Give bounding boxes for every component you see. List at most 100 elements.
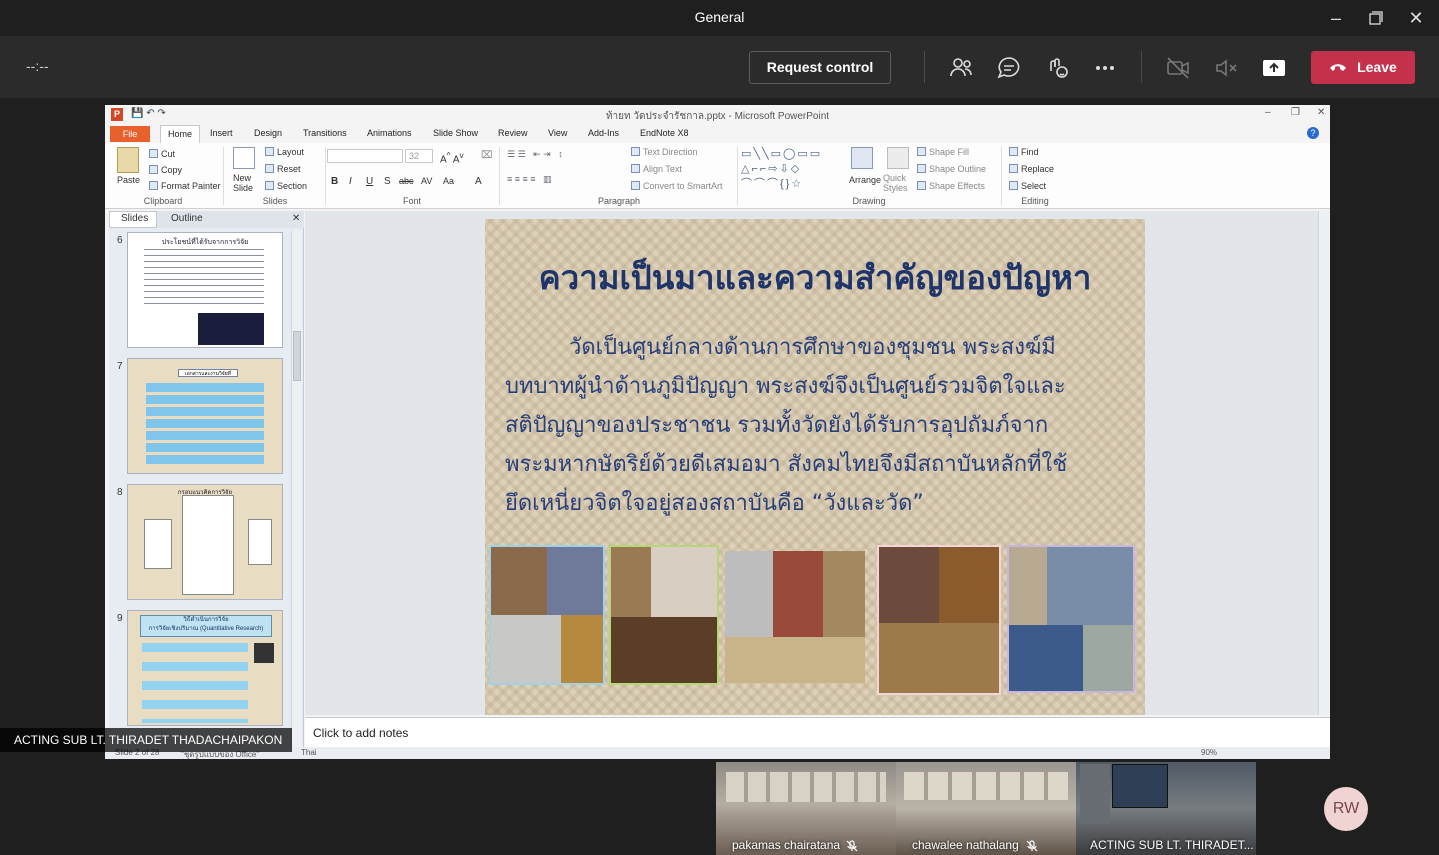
slide-thumbnail[interactable]: เอกสารและงานวิจัยที่เกี่ยวข้อง [127, 358, 283, 474]
pane-tabs: Slides Outline ✕ [109, 211, 304, 228]
new-slide-icon[interactable] [233, 147, 255, 169]
bullets-icon[interactable]: ☰ ☰ ⇤ ⇥ ↕ [507, 149, 563, 160]
request-control-button[interactable]: Request control [749, 51, 891, 84]
toolbar-divider [1141, 51, 1142, 83]
leave-button[interactable]: Leave [1311, 51, 1415, 84]
notes-pane[interactable]: Click to add notes [305, 717, 1330, 747]
reactions-icon[interactable] [1044, 55, 1070, 81]
presenter-label: ACTING SUB LT. THIRADET THADACHAIPAKON [0, 728, 293, 752]
replace-button[interactable]: Replace [1009, 164, 1054, 174]
bold-button[interactable]: B [331, 176, 338, 187]
slide-thumbnail[interactable]: กรอบแนวคิดการวิจัย [127, 484, 283, 600]
change-case-button[interactable]: Aa [443, 176, 454, 186]
clear-format-icon[interactable]: ⌧ [481, 150, 493, 161]
scroll-thumb[interactable] [293, 331, 301, 381]
group-label-font: Font [402, 196, 421, 206]
copy-button[interactable]: Copy [149, 165, 182, 175]
close-pane-icon[interactable]: ✕ [292, 213, 300, 224]
replace-icon [1009, 164, 1018, 173]
canvas-scrollbar[interactable] [1318, 211, 1330, 715]
font-name-box[interactable] [327, 149, 403, 163]
current-slide[interactable]: ความเป็นมาและความสำคัญของปัญหา วัดเป็นศู… [485, 219, 1145, 715]
tab-slides[interactable]: Slides [121, 213, 148, 224]
char-spacing-button[interactable]: AV [421, 176, 432, 186]
avatar[interactable]: RW [1324, 787, 1368, 831]
new-slide-button[interactable]: New Slide [233, 173, 259, 193]
paste-icon[interactable] [117, 147, 139, 173]
slide-thumbnail[interactable]: ประโยชน์ที่ได้รับจากการวิจัย [127, 232, 283, 348]
cut-button[interactable]: Cut [149, 149, 175, 159]
participant-video[interactable]: pakamas chairatana [716, 762, 896, 855]
section-button[interactable]: Section [265, 181, 307, 191]
smartart-button[interactable]: Convert to SmartArt [631, 181, 723, 191]
slide-number: 6 [117, 235, 123, 246]
pp-restore-icon[interactable]: ❐ [1291, 107, 1300, 118]
tab-home[interactable]: Home [160, 125, 200, 143]
tab-outline[interactable]: Outline [171, 213, 203, 224]
ribbon-divider [1001, 147, 1002, 205]
arrange-icon[interactable] [851, 147, 873, 169]
mic-muted-icon[interactable] [1213, 55, 1239, 81]
quick-styles-icon[interactable] [887, 147, 909, 169]
shadow-button[interactable]: S [384, 176, 391, 187]
font-color-button[interactable]: A [475, 176, 482, 187]
tab-design[interactable]: Design [254, 128, 282, 138]
participant-video[interactable]: chawalee nathalang [896, 762, 1076, 855]
share-tray-icon[interactable] [1262, 57, 1288, 83]
quick-styles-button[interactable]: Quick Styles [883, 173, 913, 193]
paste-button[interactable]: Paste [117, 175, 140, 185]
shape-fill-button[interactable]: Shape Fill [917, 147, 969, 157]
zoom-level[interactable]: 90% [1201, 748, 1217, 757]
temple-collage [609, 545, 719, 685]
tab-slide-show[interactable]: Slide Show [433, 128, 478, 138]
shape-effects-button[interactable]: Shape Effects [917, 181, 985, 191]
powerpoint-titlebar: P 💾 ↶ ↷ ท้ายท วัดประจำรัชกาล.pptx - Micr… [105, 105, 1330, 125]
tab-review[interactable]: Review [498, 128, 528, 138]
reset-button[interactable]: Reset [265, 164, 301, 174]
slide-title: ความเป็นมาและความสำคัญของปัญหา [538, 258, 1092, 297]
slide-number: 9 [117, 613, 123, 624]
leave-label: Leave [1357, 59, 1397, 75]
shape-outline-button[interactable]: Shape Outline [917, 164, 986, 174]
tab-add-ins[interactable]: Add-Ins [588, 128, 619, 138]
find-button[interactable]: Find [1009, 147, 1039, 157]
tab-file[interactable]: File [110, 126, 150, 142]
help-icon[interactable]: ? [1307, 127, 1319, 139]
pp-minimize-icon[interactable]: – [1265, 107, 1271, 118]
shapes-gallery[interactable]: ▭╲╲▭◯▭▭ △⌐⌐⇨⇩◇ ⌒⌒⌒{}☆ [741, 147, 839, 193]
arrange-button[interactable]: Arrange [849, 175, 881, 185]
minimize-icon[interactable]: – [1324, 6, 1348, 30]
tab-animations[interactable]: Animations [367, 128, 412, 138]
chat-icon[interactable] [996, 55, 1022, 81]
underline-button[interactable]: U [366, 176, 373, 187]
thumbnail-title: เอกสารและงานวิจัยที่เกี่ยวข้อง [178, 369, 238, 377]
maximize-icon[interactable] [1364, 6, 1388, 30]
pp-close-icon[interactable]: ✕ [1317, 107, 1325, 118]
close-icon[interactable]: ✕ [1404, 6, 1428, 30]
slide-body-line: พระมหากษัตริย์ด้วยดีเสมอมา สังคมไทยจึงมี… [505, 452, 1068, 477]
select-button[interactable]: Select [1009, 181, 1046, 191]
camera-off-icon[interactable] [1165, 55, 1191, 81]
font-size-box[interactable]: 32 [405, 149, 433, 163]
office-ceiling [726, 772, 886, 802]
layout-button[interactable]: Layout [265, 147, 304, 157]
slide-thumbnail[interactable]: วิธีดำเนินการวิจัย การวิจัยเชิงปริมาณ (Q… [127, 610, 283, 726]
strikethrough-button[interactable]: abc [399, 176, 414, 186]
tab-transitions[interactable]: Transitions [303, 128, 347, 138]
tab-endnote[interactable]: EndNote X8 [640, 128, 689, 138]
text-direction-button[interactable]: Text Direction [631, 147, 698, 157]
tab-insert[interactable]: Insert [210, 128, 233, 138]
slide-canvas: ความเป็นมาและความสำคัญของปัญหา วัดเป็นศู… [305, 211, 1330, 715]
copy-label: Copy [161, 165, 183, 175]
tab-view[interactable]: View [548, 128, 567, 138]
pane-scrollbar[interactable] [291, 231, 302, 751]
italic-button[interactable]: I [349, 176, 352, 187]
align-text-button[interactable]: Align Text [631, 164, 682, 174]
more-icon[interactable] [1092, 55, 1118, 81]
align-icons[interactable]: ≡ ≡ ≡ ≡ ▥ [507, 174, 552, 185]
participants-icon[interactable] [948, 55, 974, 81]
grow-font-icon[interactable]: A^ Av [440, 150, 464, 165]
format-painter-button[interactable]: Format Painter [149, 181, 221, 191]
toolbar-divider [924, 51, 925, 83]
participant-video[interactable]: ACTING SUB LT. THIRADET... [1076, 762, 1256, 855]
